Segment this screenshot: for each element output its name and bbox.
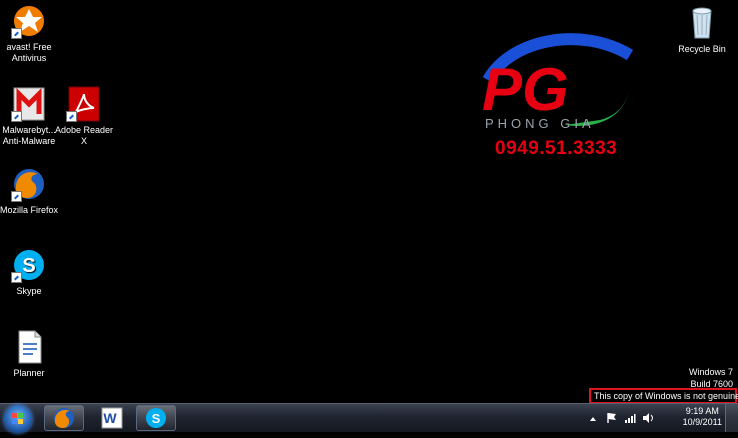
desktop-icon-avast[interactable]: avast! Free Antivirus [0,3,61,64]
watermark-phone: 0949.51.3333 [495,138,618,159]
flag-icon[interactable] [606,412,618,424]
taskbar-firefox[interactable] [44,405,84,431]
logo-letters: PG [482,56,569,123]
chevron-up-icon[interactable] [588,414,598,424]
desktop-icon-adobe-reader[interactable]: Adobe Reader X [52,86,116,147]
icon-label: avast! Free Antivirus [6,42,52,63]
clock-date: 10/9/2011 [682,417,722,427]
start-button[interactable] [4,405,32,433]
desktop-icon-recycle-bin[interactable]: Recycle Bin [670,5,734,55]
desktop-icon-skype[interactable]: S Skype [0,247,61,297]
document-icon [18,330,42,364]
icon-label: Recycle Bin [678,44,726,54]
logo-subtext: PHONG GIA [485,116,595,131]
svg-text:S: S [22,255,35,277]
volume-icon[interactable] [642,412,654,424]
svg-text:W: W [103,410,117,426]
taskbar-skype[interactable]: S [136,405,176,431]
skype-icon: S [146,408,166,428]
desktop-icon-planner[interactable]: Planner [0,329,61,379]
show-desktop-button[interactable] [725,404,738,432]
svg-text:S: S [152,411,161,426]
recycle-bin-icon [692,7,712,39]
taskbar: W S 9:19 AM 10/9/2011 [0,403,738,433]
clock-time: 9:19 AM [685,406,719,416]
taskbar-clock[interactable]: 9:19 AM 10/9/2011 [683,406,722,428]
network-icon[interactable] [624,412,636,424]
windows-version-line1: Windows 7 [688,367,733,377]
icon-label: Mozilla Firefox [0,205,58,215]
icon-label: Adobe Reader X [54,125,114,146]
icon-label: Skype [16,286,42,296]
desktop-icon-firefox[interactable]: Mozilla Firefox [0,166,61,216]
windows-logo-icon [12,413,23,424]
not-genuine-notice: This copy of Windows is not genuine [589,388,738,404]
word-icon: W [101,407,123,429]
icon-label: Planner [13,368,45,378]
desktop[interactable]: avast! Free Antivirus Malwarebyt... Anti… [0,0,738,404]
firefox-icon [54,408,74,428]
taskbar-word[interactable]: W [92,405,132,431]
